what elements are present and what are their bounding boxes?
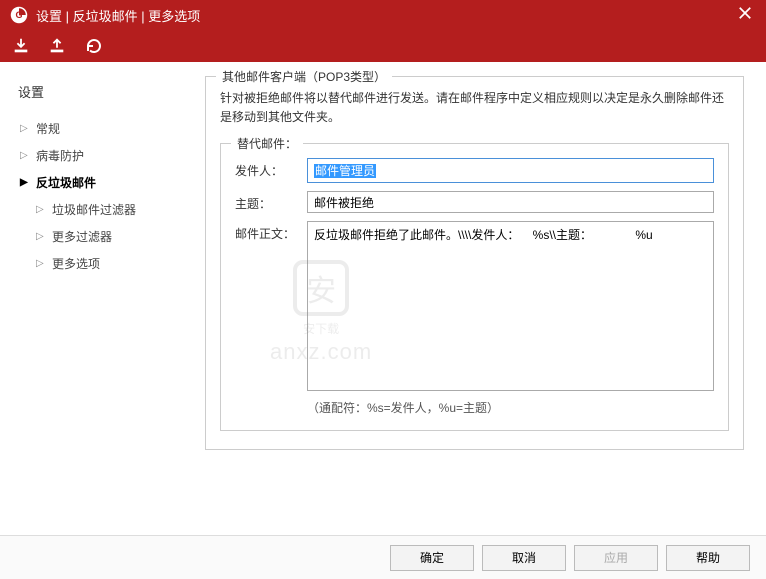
body-textarea[interactable] (307, 221, 714, 391)
inner-groupbox-title: 替代邮件： (231, 135, 303, 152)
subject-label: 主题： (235, 191, 307, 212)
sidebar-heading: 设置 (18, 82, 185, 101)
sidebar-item-general[interactable]: ▷ 常规 (18, 115, 185, 142)
apply-button[interactable]: 应用 (574, 545, 658, 571)
chevron-right-icon: ▷ (20, 150, 32, 161)
chevron-right-icon: ▷ (20, 123, 32, 134)
export-icon[interactable] (48, 37, 66, 55)
sender-label: 发件人： (235, 158, 307, 179)
close-icon[interactable] (734, 6, 756, 25)
sidebar-item-virus[interactable]: ▷ 病毒防护 (18, 142, 185, 169)
help-button[interactable]: 帮助 (666, 545, 750, 571)
sidebar-item-label: 更多选项 (52, 255, 100, 272)
app-logo-icon: G (10, 6, 28, 24)
sidebar-item-antispam[interactable]: ▶ 反垃圾邮件 (18, 169, 185, 196)
ok-button[interactable]: 确定 (390, 545, 474, 571)
sidebar-item-label: 反垃圾邮件 (36, 174, 96, 191)
groupbox-title: 其他邮件客户端（POP3类型） (216, 68, 392, 85)
groupbox-pop3: 其他邮件客户端（POP3类型） 针对被拒绝邮件将以替代邮件进行发送。请在邮件程序… (205, 76, 744, 450)
sender-row: 发件人： 邮件管理员 (235, 158, 714, 183)
wildcard-hint: （通配符：%s=发件人，%u=主题） (307, 399, 714, 416)
sidebar-item-label: 常规 (36, 120, 60, 137)
reset-icon[interactable] (84, 36, 104, 56)
sidebar-item-more-options[interactable]: ▷ 更多选项 (34, 250, 185, 277)
chevron-right-icon: ▷ (36, 231, 48, 242)
toolbar (0, 30, 766, 62)
sender-input[interactable]: 邮件管理员 (307, 158, 714, 183)
content-panel: 其他邮件客户端（POP3类型） 针对被拒绝邮件将以替代邮件进行发送。请在邮件程序… (195, 62, 766, 535)
footer: 确定 取消 应用 帮助 (0, 535, 766, 579)
sidebar-item-label: 病毒防护 (36, 147, 84, 164)
chevron-right-icon: ▶ (20, 177, 32, 188)
groupbox-replacement-mail: 替代邮件： 发件人： 邮件管理员 主题： 邮件正文： （通配符：%s=发件人，% (220, 143, 729, 431)
import-icon[interactable] (12, 37, 30, 55)
description-text: 针对被拒绝邮件将以替代邮件进行发送。请在邮件程序中定义相应规则以决定是永久删除邮… (220, 89, 729, 127)
sidebar-subtree: ▷ 垃圾邮件过滤器 ▷ 更多过滤器 ▷ 更多选项 (18, 196, 185, 277)
titlebar: G 设置 | 反垃圾邮件 | 更多选项 (0, 0, 766, 30)
subject-row: 主题： (235, 191, 714, 213)
body-label: 邮件正文： (235, 221, 307, 242)
sidebar: 设置 ▷ 常规 ▷ 病毒防护 ▶ 反垃圾邮件 ▷ 垃圾邮件过滤器 ▷ 更多过滤器… (0, 62, 195, 535)
main-area: 设置 ▷ 常规 ▷ 病毒防护 ▶ 反垃圾邮件 ▷ 垃圾邮件过滤器 ▷ 更多过滤器… (0, 62, 766, 535)
cancel-button[interactable]: 取消 (482, 545, 566, 571)
chevron-right-icon: ▷ (36, 204, 48, 215)
sidebar-item-more-filters[interactable]: ▷ 更多过滤器 (34, 223, 185, 250)
chevron-right-icon: ▷ (36, 258, 48, 269)
sidebar-item-label: 垃圾邮件过滤器 (52, 201, 136, 218)
window-title: 设置 | 反垃圾邮件 | 更多选项 (36, 6, 734, 25)
sidebar-item-spam-filter[interactable]: ▷ 垃圾邮件过滤器 (34, 196, 185, 223)
svg-text:G: G (15, 10, 22, 20)
body-row: 邮件正文： (235, 221, 714, 391)
sidebar-item-label: 更多过滤器 (52, 228, 112, 245)
subject-input[interactable] (307, 191, 714, 213)
